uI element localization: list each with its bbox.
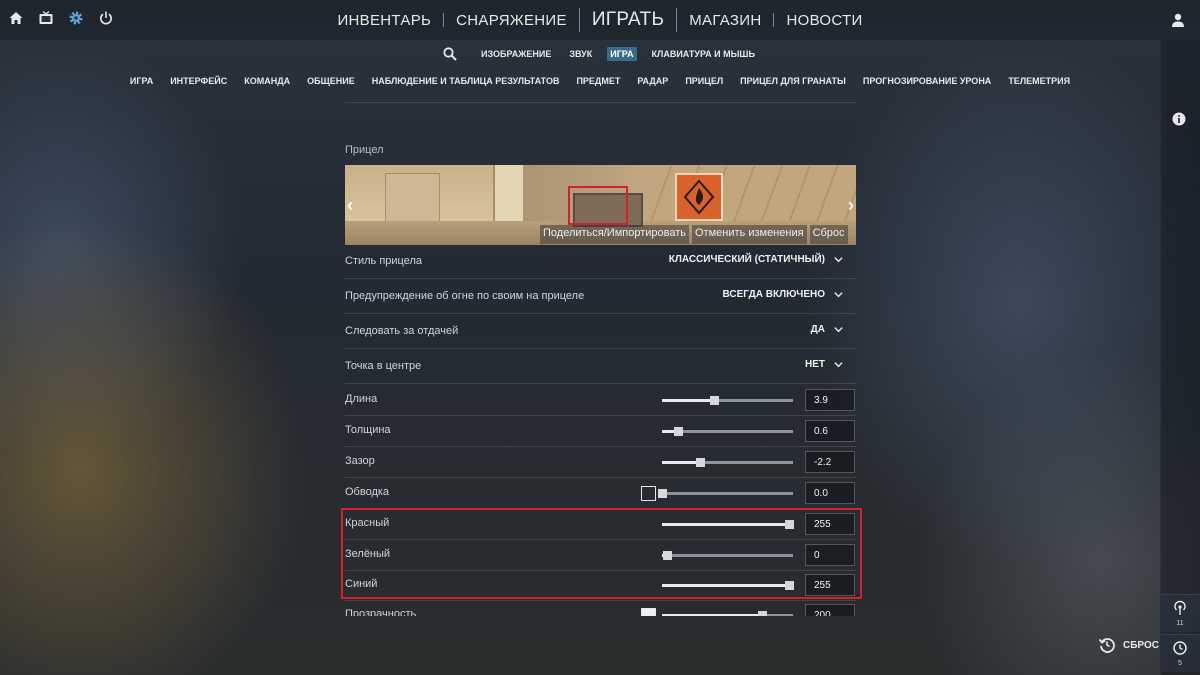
setting-label: Зазор — [345, 455, 375, 467]
reset-label: СБРОС — [1123, 639, 1159, 651]
slider-thumb[interactable] — [710, 396, 720, 405]
setting-row-thickness: Толщина 0.6 — [345, 416, 856, 447]
history-count: 5 — [1178, 660, 1182, 667]
category-damage-prediction[interactable]: ПРОГНОЗИРОВАНИЕ УРОНА — [863, 76, 991, 86]
gap-slider[interactable] — [662, 458, 793, 467]
slider-thumb[interactable] — [757, 611, 767, 616]
setting-row-outline: Обводка 0.0 — [345, 478, 856, 509]
slider-thumb[interactable] — [673, 427, 683, 436]
setting-label: Точка в центре — [345, 360, 422, 372]
broadcast-icon — [1174, 600, 1186, 615]
nav-loadout[interactable]: СНАРЯЖЕНИЕ — [444, 12, 579, 29]
category-item[interactable]: ПРЕДМЕТ — [576, 76, 620, 86]
slider-thumb[interactable] — [695, 458, 705, 467]
alpha-checkbox[interactable] — [641, 608, 656, 616]
outline-checkbox[interactable] — [641, 486, 656, 501]
category-nav: ИГРА ИНТЕРФЕЙС КОМАНДА ОБЩЕНИЕ НАБЛЮДЕНИ… — [0, 76, 1200, 86]
length-slider[interactable] — [662, 396, 793, 405]
setting-row-crosshair-style: Стиль прицела КЛАССИЧЕСКИЙ (СТАТИЧНЫЙ) — [345, 245, 856, 279]
preview-prev-arrow[interactable]: ‹ — [347, 195, 353, 216]
crosshair-highlight-box — [568, 186, 628, 225]
divider — [345, 102, 856, 103]
friendly-warning-dropdown[interactable]: ВСЕГДА ВКЛЮЧЕНО — [723, 289, 845, 300]
slider-fill — [662, 461, 700, 464]
crosshair-style-dropdown[interactable]: КЛАССИЧЕСКИЙ (СТАТИЧНЫЙ) — [669, 254, 844, 265]
tab-game[interactable]: ИГРА — [607, 47, 637, 61]
right-rail — [1160, 40, 1200, 675]
main-nav: ИНВЕНТАРЬ СНАРЯЖЕНИЕ ИГРАТЬ МАГАЗИН НОВО… — [0, 8, 1200, 32]
reset-icon — [1098, 638, 1115, 653]
category-game[interactable]: ИГРА — [130, 76, 153, 86]
alpha-slider[interactable] — [662, 611, 793, 616]
nav-play[interactable]: ИГРАТЬ — [580, 9, 676, 31]
chevron-down-icon — [834, 327, 843, 333]
dropdown-value: КЛАССИЧЕСКИЙ (СТАТИЧНЫЙ) — [668, 254, 825, 265]
setting-row-center-dot: Точка в центре НЕТ — [345, 350, 856, 384]
setting-label: Следовать за отдачей — [345, 325, 459, 337]
reset-button[interactable]: СБРОС — [1098, 636, 1159, 654]
thickness-slider[interactable] — [662, 427, 793, 436]
section-title: Прицел — [345, 144, 384, 156]
broadcast-count: 11 — [1176, 620, 1184, 627]
nav-news[interactable]: НОВОСТИ — [774, 12, 874, 29]
thickness-value-input[interactable]: 0.6 — [805, 420, 855, 442]
dropdown-value: НЕТ — [805, 359, 825, 370]
reset-preview-button[interactable]: Сброс — [809, 225, 848, 244]
tab-video[interactable]: ИЗОБРАЖЕНИЕ — [478, 47, 554, 61]
setting-label: Длина — [345, 393, 378, 405]
setting-row-alpha: Прозрачность 200 — [345, 600, 856, 616]
dropdown-value: ВСЕГДА ВКЛЮЧЕНО — [722, 289, 826, 300]
share-import-button[interactable]: Поделиться/Импортировать — [540, 225, 689, 244]
outline-slider[interactable] — [658, 489, 793, 498]
color-settings-highlight — [341, 508, 862, 599]
profile-icon[interactable] — [1170, 12, 1186, 28]
setting-row-follow-recoil: Следовать за отдачей ДА — [345, 315, 856, 349]
setting-label: Обводка — [345, 486, 390, 498]
category-radar[interactable]: РАДАР — [637, 76, 668, 86]
tab-audio[interactable]: ЗВУК — [566, 47, 595, 61]
follow-recoil-dropdown[interactable]: ДА — [811, 324, 844, 335]
search-icon[interactable] — [442, 46, 458, 62]
history-button[interactable]: 5 — [1160, 634, 1200, 672]
alpha-value-input[interactable]: 200 — [805, 604, 855, 616]
tab-keyboard-mouse[interactable]: КЛАВИАТУРА И МЫШЬ — [649, 47, 758, 61]
history-icon — [1173, 641, 1187, 655]
preview-door — [385, 173, 440, 223]
info-icon[interactable] — [1172, 112, 1186, 126]
center-dot-dropdown[interactable]: НЕТ — [805, 359, 844, 370]
top-bar: ИНВЕНТАРЬ СНАРЯЖЕНИЕ ИГРАТЬ МАГАЗИН НОВО… — [0, 0, 1200, 40]
broadcast-button[interactable]: 11 — [1160, 594, 1200, 632]
outline-value-input[interactable]: 0.0 — [805, 482, 855, 504]
undo-changes-button[interactable]: Отменить изменения — [692, 225, 807, 244]
setting-label: Стиль прицела — [345, 255, 423, 267]
nav-inventory[interactable]: ИНВЕНТАРЬ — [325, 12, 443, 29]
category-spectator-scoreboard[interactable]: НАБЛЮДЕНИЕ И ТАБЛИЦА РЕЗУЛЬТАТОВ — [372, 76, 560, 86]
category-team[interactable]: КОМАНДА — [244, 76, 290, 86]
chevron-down-icon — [834, 362, 843, 368]
preview-next-arrow[interactable]: › — [848, 195, 854, 216]
slider-fill — [662, 399, 715, 402]
gap-value-input[interactable]: -2.2 — [805, 451, 855, 473]
setting-label: Прозрачность — [345, 608, 417, 616]
nav-store[interactable]: МАГАЗИН — [677, 12, 773, 29]
preview-actions: Поделиться/Импортировать Отменить измене… — [540, 225, 848, 244]
category-communication[interactable]: ОБЩЕНИЕ — [307, 76, 355, 86]
flammable-sign-icon — [675, 173, 723, 221]
category-grenade-crosshair[interactable]: ПРИЦЕЛ ДЛЯ ГРАНАТЫ — [740, 76, 846, 86]
slider-fill — [662, 614, 762, 616]
setting-label: Толщина — [345, 424, 391, 436]
category-interface[interactable]: ИНТЕРФЕЙС — [170, 76, 227, 86]
settings-subnav: ИЗОБРАЖЕНИЕ ЗВУК ИГРА КЛАВИАТУРА И МЫШЬ — [0, 46, 1200, 62]
slider-thumb[interactable] — [658, 489, 667, 498]
length-value-input[interactable]: 3.9 — [805, 389, 855, 411]
chevron-down-icon — [834, 292, 843, 298]
category-telemetry[interactable]: ТЕЛЕМЕТРИЯ — [1008, 76, 1070, 86]
setting-row-length: Длина 3.9 — [345, 385, 856, 416]
category-crosshair[interactable]: ПРИЦЕЛ — [685, 76, 723, 86]
setting-row-friendly-warning: Предупреждение об огне по своим на прице… — [345, 280, 856, 314]
chevron-down-icon — [834, 257, 843, 263]
dropdown-value: ДА — [810, 324, 825, 335]
setting-label: Предупреждение об огне по своим на прице… — [345, 290, 585, 302]
setting-row-gap: Зазор -2.2 — [345, 447, 856, 478]
